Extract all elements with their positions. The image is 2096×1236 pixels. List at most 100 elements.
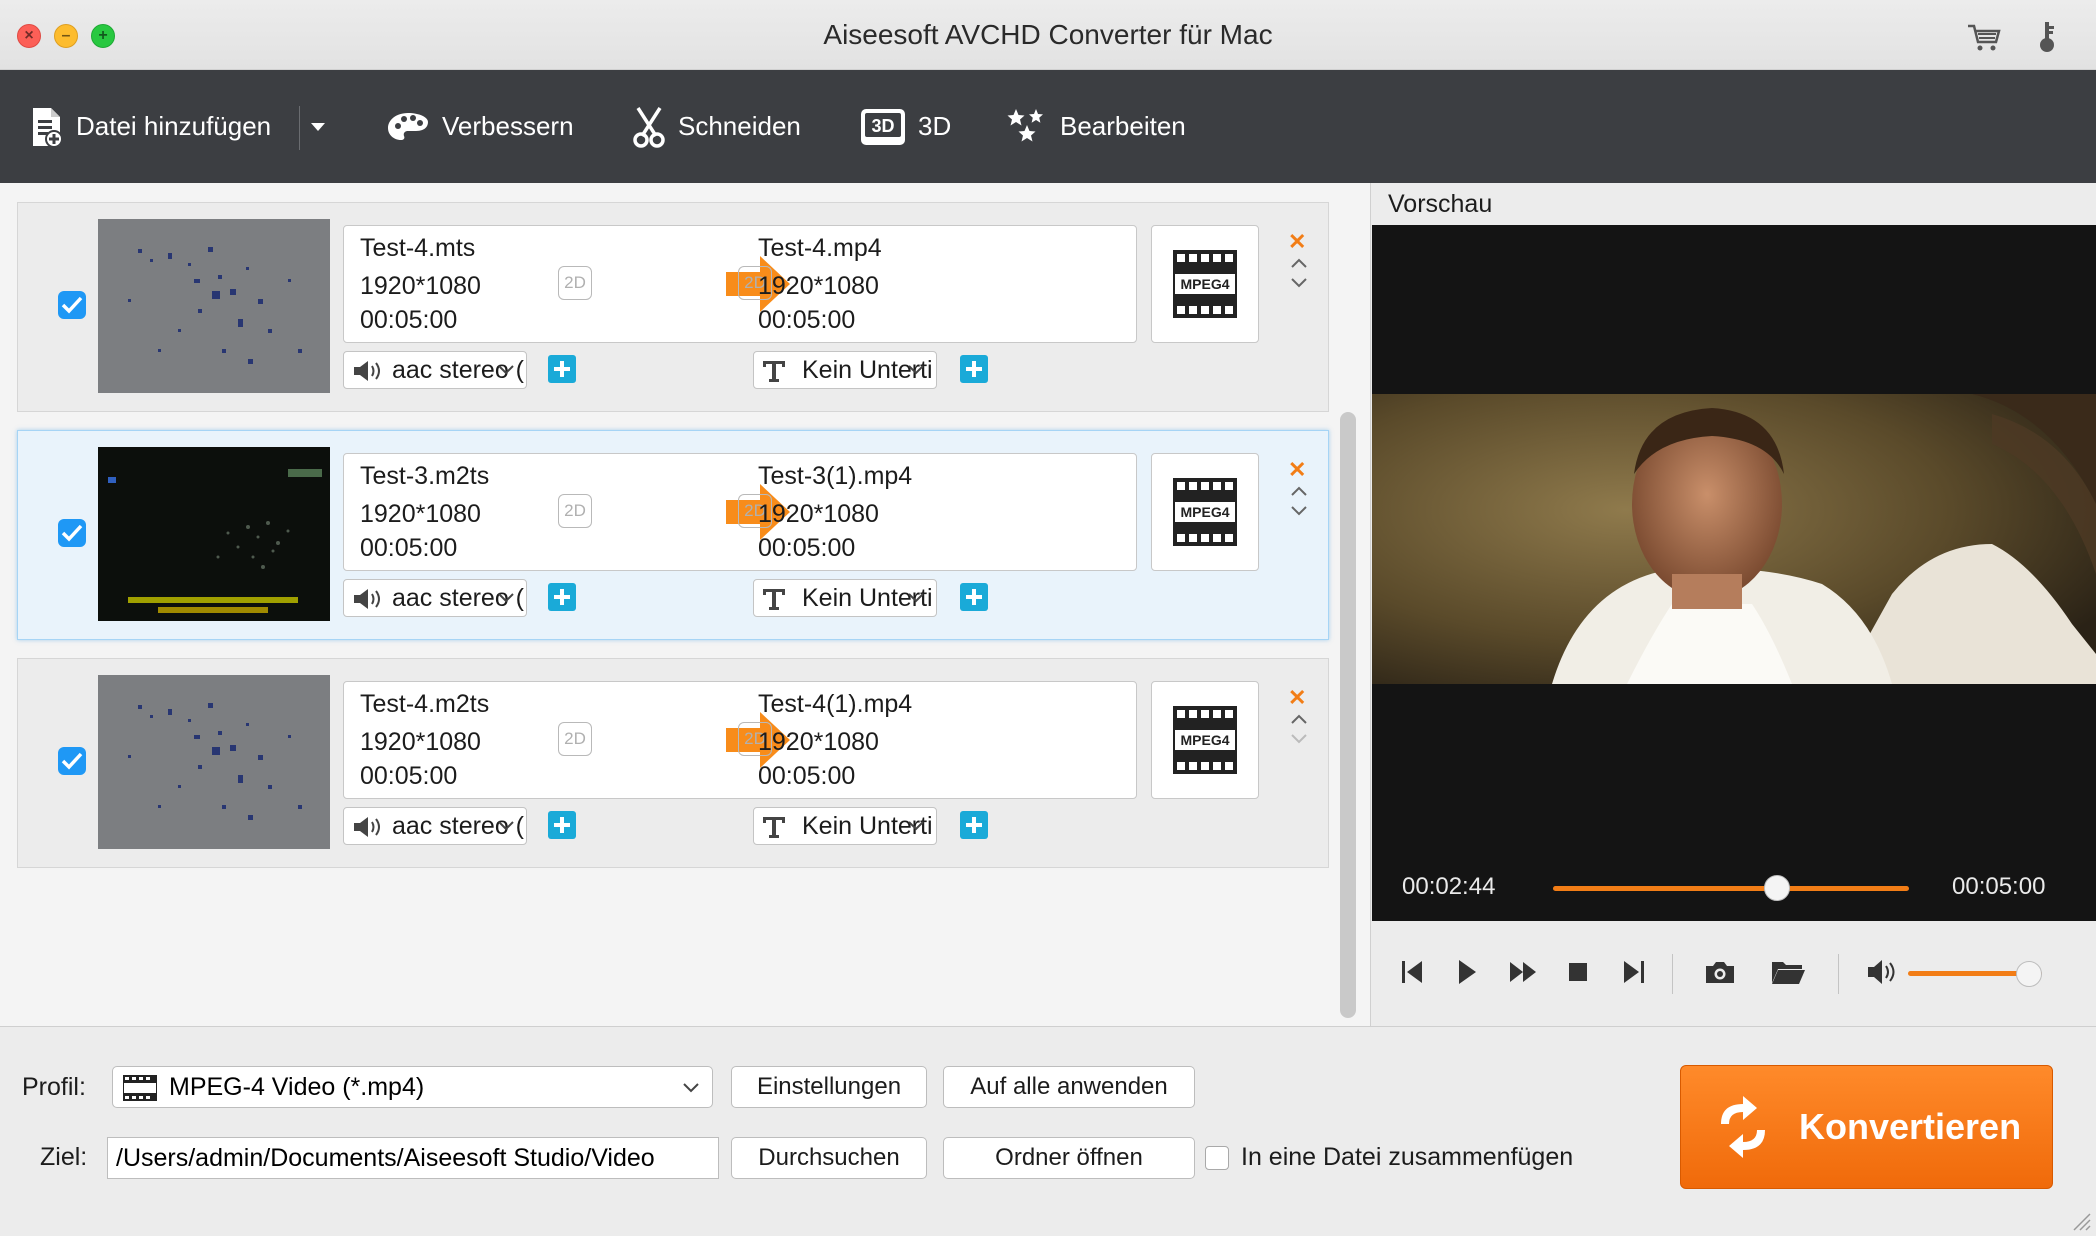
- add-subtitle-button[interactable]: [960, 811, 988, 839]
- move-up-chevron-icon[interactable]: [1290, 485, 1308, 497]
- camera-snapshot-icon[interactable]: [1704, 957, 1736, 987]
- cart-icon[interactable]: [1966, 22, 2002, 52]
- seek-bar[interactable]: [1553, 886, 1909, 891]
- destination-path-field[interactable]: /Users/admin/Documents/Aiseesoft Studio/…: [107, 1137, 719, 1179]
- cut-button[interactable]: Schneiden: [632, 70, 801, 183]
- source-resolution: 1920*1080: [360, 500, 481, 528]
- chevron-down-icon: [498, 821, 514, 831]
- audio-track-select[interactable]: aac stereo (: [343, 351, 527, 389]
- source-resolution: 1920*1080: [360, 728, 481, 756]
- enhance-label: Verbessern: [442, 111, 574, 141]
- move-down-chevron-icon[interactable]: [1290, 277, 1308, 289]
- conversion-info[interactable]: Test-3.m2ts 1920*1080 00:05:00 2D 2D Tes…: [343, 453, 1137, 571]
- conversion-info[interactable]: Test-4.mts 1920*1080 00:05:00 2D 2D Test…: [343, 225, 1137, 343]
- output-resolution: 1920*1080: [758, 728, 879, 756]
- remove-file-button[interactable]: ✕: [1288, 229, 1306, 255]
- fast-forward-icon[interactable]: [1508, 957, 1538, 987]
- output-filename: Test-4.mp4: [758, 234, 882, 262]
- file-row[interactable]: Test-4.mts 1920*1080 00:05:00 2D 2D Test…: [17, 202, 1329, 412]
- file-row[interactable]: Test-3.m2ts 1920*1080 00:05:00 2D 2D Tes…: [17, 430, 1329, 640]
- mpeg4-icon: [123, 1075, 157, 1101]
- add-subtitle-button[interactable]: [960, 583, 988, 611]
- subtitle-select[interactable]: Kein Unterti: [753, 351, 937, 389]
- source-duration: 00:05:00: [360, 762, 458, 790]
- video-thumbnail[interactable]: [98, 675, 330, 849]
- output-duration: 00:05:00: [758, 762, 856, 790]
- mpeg4-icon: MPEG4: [1173, 478, 1237, 546]
- source-filename: Test-4.m2ts: [360, 690, 490, 718]
- add-file-label: Datei hinzufügen: [76, 111, 272, 141]
- source-resolution: 1920*1080: [360, 272, 481, 300]
- open-folder-button[interactable]: Ordner öffnen: [943, 1137, 1195, 1179]
- conversion-info[interactable]: Test-4.m2ts 1920*1080 00:05:00 2D 2D Tes…: [343, 681, 1137, 799]
- checkmark-icon: [61, 752, 83, 770]
- source-2d-badge: 2D: [558, 266, 592, 300]
- audio-track-select[interactable]: aac stereo (: [343, 807, 527, 845]
- speaker-icon: [354, 817, 380, 837]
- browse-button[interactable]: Durchsuchen: [731, 1137, 927, 1179]
- file-checkbox[interactable]: [58, 747, 86, 775]
- preview-video-frame[interactable]: [1372, 394, 2096, 684]
- file-checkbox[interactable]: [58, 291, 86, 319]
- add-file-icon: [33, 107, 63, 148]
- checkmark-icon: [61, 524, 83, 542]
- toolbar-separator: [299, 106, 300, 150]
- resize-grip-icon[interactable]: [2066, 1206, 2092, 1232]
- settings-button[interactable]: Einstellungen: [731, 1066, 927, 1108]
- move-down-chevron-icon[interactable]: [1290, 733, 1308, 745]
- add-audio-button[interactable]: [548, 811, 576, 839]
- merge-checkbox[interactable]: [1205, 1146, 1229, 1170]
- stars-icon: [1007, 108, 1043, 141]
- 3d-button[interactable]: 3D 3D: [860, 70, 951, 183]
- skip-forward-icon[interactable]: [1622, 957, 1646, 987]
- window-title: Aiseesoft AVCHD Converter für Mac: [823, 19, 1273, 50]
- 3d-label: 3D: [918, 111, 952, 141]
- video-thumbnail[interactable]: [98, 447, 330, 621]
- volume-icon[interactable]: [1866, 957, 1900, 987]
- edit-label: Bearbeiten: [1060, 111, 1186, 141]
- list-scrollbar[interactable]: [1340, 412, 1356, 1018]
- remove-file-button[interactable]: ✕: [1288, 457, 1306, 483]
- audio-track-select[interactable]: aac stereo (: [343, 579, 527, 617]
- enhance-button[interactable]: Verbessern: [386, 70, 574, 183]
- source-duration: 00:05:00: [360, 534, 458, 562]
- move-up-chevron-icon[interactable]: [1290, 713, 1308, 725]
- output-format-button[interactable]: MPEG4: [1151, 453, 1259, 571]
- checkmark-icon: [61, 296, 83, 314]
- source-filename: Test-4.mts: [360, 234, 476, 262]
- file-row[interactable]: Test-4.m2ts 1920*1080 00:05:00 2D 2D Tes…: [17, 658, 1329, 868]
- add-file-dropdown-button[interactable]: [310, 70, 338, 183]
- convert-button[interactable]: Konvertieren: [1680, 1065, 2053, 1189]
- text-t-icon: [763, 817, 785, 838]
- chevron-down-icon: [683, 1083, 699, 1093]
- caret-down-icon: [311, 122, 325, 131]
- output-filename: Test-3(1).mp4: [758, 462, 913, 490]
- remove-file-button[interactable]: ✕: [1288, 685, 1306, 711]
- file-checkbox[interactable]: [58, 519, 86, 547]
- output-format-button[interactable]: MPEG4: [1151, 681, 1259, 799]
- play-icon[interactable]: [1456, 957, 1478, 987]
- video-thumbnail[interactable]: [98, 219, 330, 393]
- speaker-icon: [354, 589, 380, 609]
- add-audio-button[interactable]: [548, 355, 576, 383]
- apply-all-button[interactable]: Auf alle anwenden: [943, 1066, 1195, 1108]
- skip-back-icon[interactable]: [1400, 957, 1424, 987]
- add-file-button[interactable]: Datei hinzufügen: [30, 70, 271, 183]
- palette-icon: [388, 112, 428, 140]
- move-down-chevron-icon[interactable]: [1290, 505, 1308, 517]
- chevron-down-icon: [908, 593, 924, 603]
- output-format-button[interactable]: MPEG4: [1151, 225, 1259, 343]
- edit-button[interactable]: Bearbeiten: [1006, 70, 1186, 183]
- add-subtitle-button[interactable]: [960, 355, 988, 383]
- folder-open-icon[interactable]: [1770, 957, 1806, 987]
- stop-icon[interactable]: [1566, 957, 1590, 987]
- subtitle-select[interactable]: Kein Unterti: [753, 579, 937, 617]
- key-icon[interactable]: [2036, 20, 2058, 54]
- volume-handle[interactable]: [2015, 961, 2042, 987]
- format-icon-label: MPEG4: [1180, 276, 1229, 292]
- profile-select[interactable]: MPEG-4 Video (*.mp4): [112, 1066, 713, 1108]
- subtitle-select[interactable]: Kein Unterti: [753, 807, 937, 845]
- chevron-down-icon: [498, 593, 514, 603]
- add-audio-button[interactable]: [548, 583, 576, 611]
- move-up-chevron-icon[interactable]: [1290, 257, 1308, 269]
